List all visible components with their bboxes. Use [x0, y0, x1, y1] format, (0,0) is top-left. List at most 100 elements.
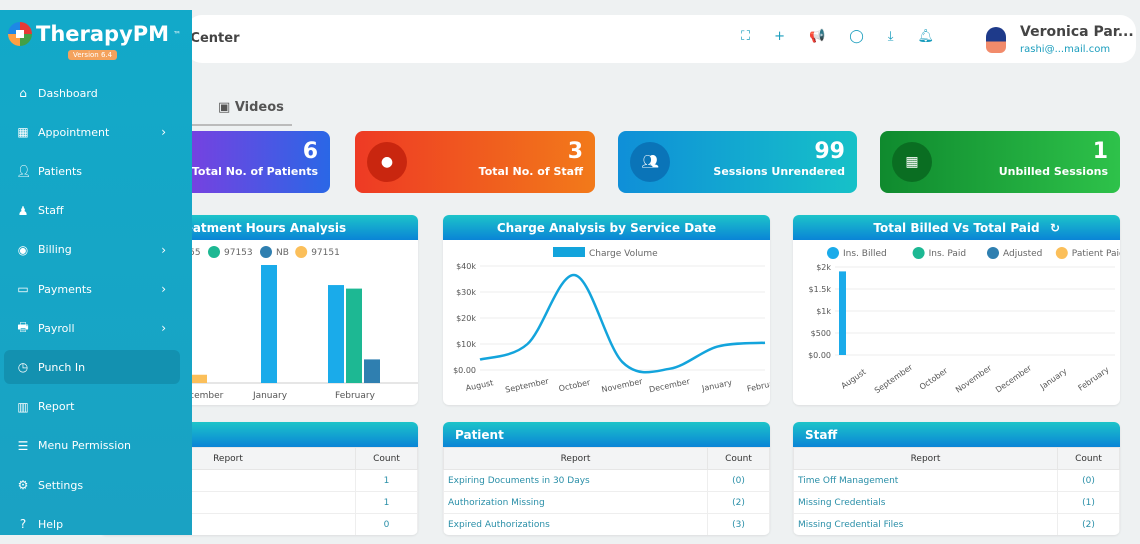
staff-icon: ●	[367, 142, 407, 182]
charge-volume-line	[479, 273, 766, 374]
y-tick-label: $2k	[816, 263, 831, 272]
stat-card-staff[interactable]: ● 3 Total No. of Staff	[355, 131, 595, 193]
building-icon: ▦	[892, 142, 932, 182]
tab-videos[interactable]: ▣ Videos	[218, 100, 284, 115]
sidebar-item-label: Report	[38, 400, 75, 414]
charge-analysis-chart: Charge Volume $0.00 $10k $20k $30k $40k August…	[453, 247, 770, 395]
report-icon: ▥	[17, 399, 29, 414]
stat-card-sessions-unrendered[interactable]: 👥︎ 99 Sessions Unrendered	[618, 131, 857, 193]
logo[interactable]: TherapyPM ™	[8, 22, 181, 46]
sidebar-item-punch-in[interactable]: ◷ Punch In	[4, 350, 180, 385]
sidebar-item-payroll[interactable]: 🖶︎ Payroll ›	[4, 311, 180, 345]
sidebar-item-report[interactable]: ▥ Report	[4, 390, 180, 424]
sidebar-item-label: Payments	[38, 282, 92, 296]
sidebar-item-staff[interactable]: ♟ Staff	[4, 194, 180, 228]
x-tick-label: September	[873, 362, 915, 395]
report-link[interactable]: Expired Authorizations	[443, 513, 708, 535]
staff-icon: ♟	[17, 203, 29, 218]
report-count: (2)	[1057, 513, 1120, 535]
panel-title: Staff	[793, 422, 1120, 447]
sidebar-item-dashboard[interactable]: ⌂ Dashboard	[4, 76, 180, 110]
panel-title-text: Total Billed Vs Total Paid	[873, 220, 1040, 235]
sidebar-item-label: Help	[38, 517, 64, 531]
sidebar-item-label: Payroll	[38, 321, 75, 335]
sidebar-item-payments[interactable]: ▭ Payments ›	[4, 272, 180, 306]
menu-icon: ☰	[17, 438, 29, 453]
user-name[interactable]: Veronica Par...	[1020, 24, 1134, 40]
report-link[interactable]: Missing Credentials	[793, 491, 1058, 514]
version-badge: Version 6.4	[68, 50, 118, 60]
table-row[interactable]: Expired Authorizations (3)	[443, 513, 770, 535]
sidebar-item-billing[interactable]: ◉ Billing ›	[4, 233, 180, 267]
x-tick-label: November	[954, 363, 994, 395]
stat-card-unbilled[interactable]: ▦ 1 Unbilled Sessions	[880, 131, 1120, 193]
stat-label: Total No. of Staff	[478, 165, 583, 178]
sidebar-item-appointment[interactable]: ▦ Appointment ›	[4, 115, 180, 149]
sidebar-item-label: Staff	[38, 204, 64, 218]
header-count: Count	[707, 447, 770, 470]
report-link[interactable]: Missing Credential Files	[793, 513, 1058, 535]
report-link[interactable]: Time Off Management	[793, 469, 1058, 492]
x-tick-label: December	[648, 377, 691, 395]
report-count: (2)	[707, 491, 770, 514]
trademark: ™	[173, 29, 182, 39]
legend-marker	[553, 247, 585, 257]
sidebar-item-menu-permission[interactable]: ☰ Menu Permission	[4, 429, 180, 463]
bar-97155	[261, 265, 277, 383]
x-tick-label: February	[746, 377, 770, 393]
logo-icon	[8, 22, 32, 46]
legend-marker	[295, 246, 308, 258]
table-row[interactable]: Expiring Documents in 30 Days (0)	[443, 469, 770, 492]
settings-icon: ⚙	[17, 478, 29, 492]
sidebar: TherapyPM ™ Version 6.4 ⌂ Dashboard ▦ Appoin…	[0, 10, 192, 535]
table-header: Report Count	[443, 447, 770, 470]
y-tick-label: $20k	[456, 314, 476, 323]
calendar-icon: ▦	[17, 125, 29, 140]
sidebar-item-label: Appointment	[38, 125, 110, 139]
panel-title: Patient	[443, 422, 770, 447]
chat-icon[interactable]: ◯	[849, 29, 864, 44]
table-row[interactable]: Time Off Management (0)	[793, 469, 1120, 492]
megaphone-icon[interactable]: 📢	[809, 29, 825, 44]
plus-icon[interactable]: +	[774, 29, 785, 44]
sidebar-item-label: Settings	[38, 478, 84, 492]
stat-label: Total No. of Patients	[191, 165, 318, 178]
report-link[interactable]: Authorization Missing	[443, 491, 708, 514]
download-icon[interactable]: ⤓	[888, 29, 894, 44]
sidebar-item-help[interactable]: ? Help	[4, 507, 180, 541]
sidebar-item-patients[interactable]: 👤︎ Patients	[4, 154, 180, 188]
y-tick-label: $0.00	[453, 366, 476, 375]
app-name: TherapyPM	[36, 22, 170, 46]
avatar[interactable]	[986, 27, 1006, 53]
y-tick-label: $40k	[456, 262, 476, 271]
report-link[interactable]: Expiring Documents in 30 Days	[443, 469, 708, 492]
legend-label: 97151	[311, 248, 340, 258]
table-panel-patient: Patient Report Count Expiring Documents in …	[443, 422, 770, 535]
help-icon: ?	[19, 517, 27, 532]
fullscreen-icon[interactable]: ⛶	[741, 29, 750, 44]
refresh-icon[interactable]: ↻	[1050, 221, 1060, 235]
stat-value: 3	[567, 139, 583, 164]
table-row[interactable]: Missing Credential Files (2)	[793, 513, 1120, 535]
sidebar-item-label: Dashboard	[38, 86, 98, 100]
x-tick-label: January	[1038, 366, 1069, 391]
x-tick-label: October	[918, 366, 950, 392]
y-tick-label: $10k	[456, 340, 476, 349]
bell-icon[interactable]: 🔔︎	[918, 29, 935, 44]
sidebar-item-label: Menu Permission	[38, 439, 132, 453]
table-panel-staff: Staff Report Count Time Off Management (0) Mi…	[793, 422, 1120, 535]
billed-vs-paid-chart: Ins. Billed Ins. Paid Adjusted Patient Paid…	[808, 247, 1120, 395]
user-email: rashi@...mail.com	[1020, 44, 1111, 55]
table-row[interactable]: Missing Credentials (1)	[793, 491, 1120, 514]
table-row[interactable]: Authorization Missing (2)	[443, 491, 770, 514]
bar-97155	[328, 285, 344, 383]
x-tick-label: February	[1076, 365, 1110, 393]
legend-label: Ins. Billed	[843, 249, 887, 259]
bar-NB	[364, 359, 380, 383]
sidebar-item-settings[interactable]: ⚙ Settings	[4, 468, 180, 502]
report-count: 1	[355, 469, 418, 492]
table-header: Report Count	[793, 447, 1120, 470]
stat-card-patients[interactable]: 6 Total No. of Patients	[180, 131, 330, 193]
header: Therapy Center ⛶ + 📢 ◯ ⤓ 🔔︎ Veronica Par…	[126, 15, 1136, 63]
sidebar-item-label: Punch In	[38, 360, 86, 374]
